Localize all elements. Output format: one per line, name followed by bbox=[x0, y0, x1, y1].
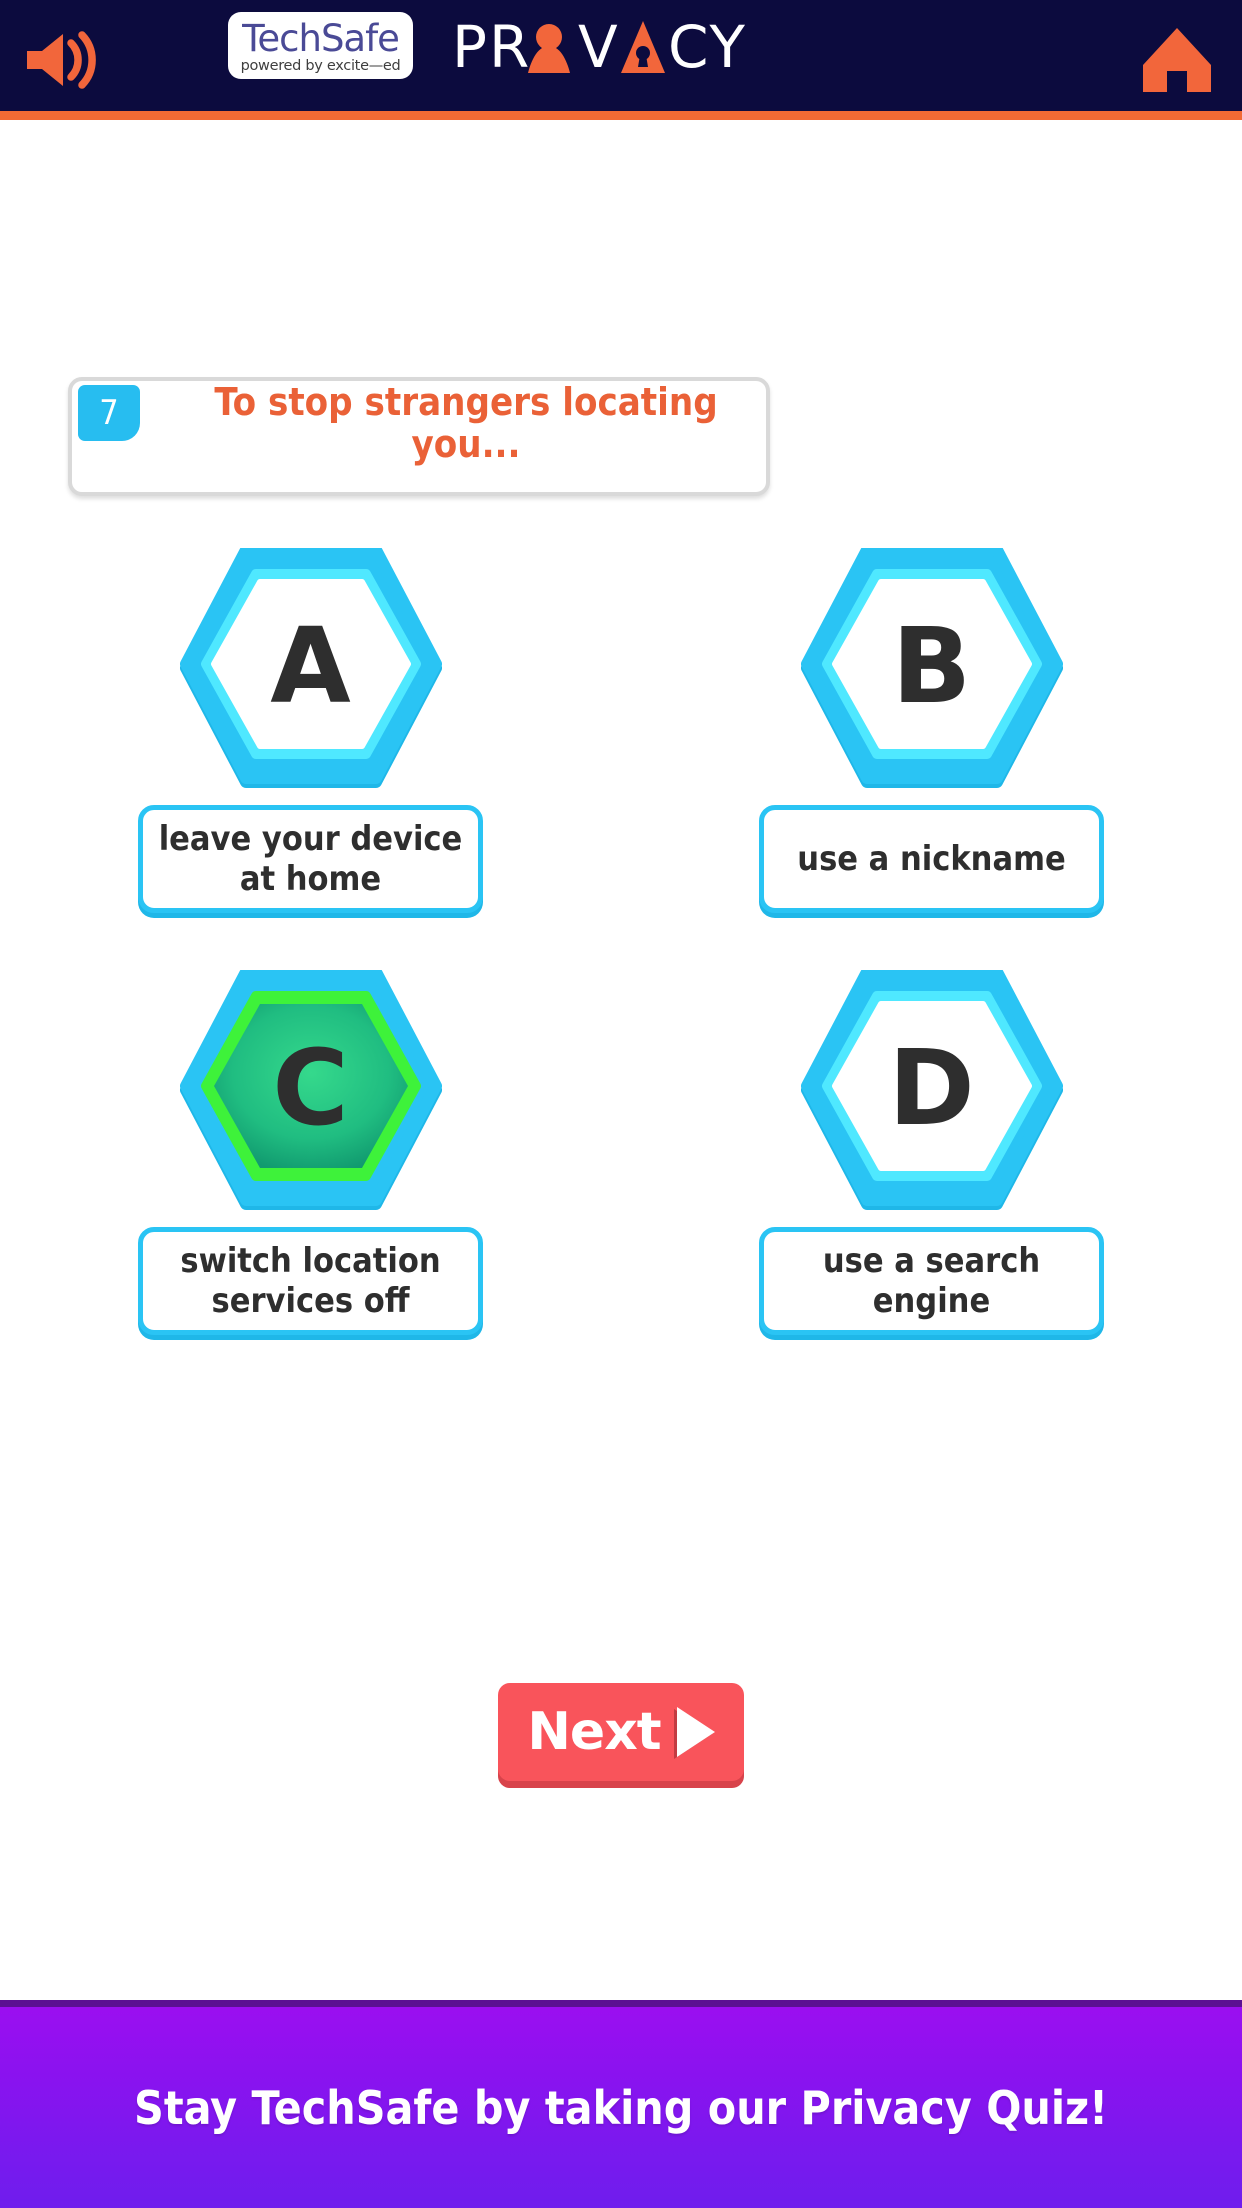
home-icon bbox=[1143, 28, 1211, 92]
keyhole-person-icon bbox=[528, 24, 570, 73]
play-triangle-icon bbox=[676, 1707, 715, 1757]
next-button[interactable]: Next bbox=[498, 1683, 744, 1781]
speaker-volume-icon bbox=[27, 31, 96, 89]
next-button-label: Next bbox=[527, 1702, 661, 1762]
techsafe-logo: TechSafe powered by excite—ed bbox=[228, 12, 413, 79]
promo-footer: Stay TechSafe by taking our Privacy Quiz… bbox=[0, 2000, 1242, 2208]
page-title: PR V CY bbox=[452, 13, 772, 79]
keyhole-triangle-icon bbox=[621, 21, 665, 73]
hexagon-c-selected[interactable]: C bbox=[128, 935, 493, 1245]
hexagon-letter: A bbox=[270, 605, 351, 727]
question-card: 7 To stop strangers locating you... bbox=[68, 377, 770, 496]
question-number-badge: 7 bbox=[78, 385, 140, 441]
hexagon-letter: C bbox=[272, 1027, 349, 1149]
answer-options-grid: A leave your device at home B use a nick… bbox=[0, 513, 1242, 1335]
svg-text:CY: CY bbox=[668, 15, 747, 77]
speaker-volume-button[interactable] bbox=[16, 22, 108, 98]
hexagon-d[interactable]: D bbox=[749, 935, 1114, 1245]
answer-option-d[interactable]: D use a search engine bbox=[621, 935, 1242, 1335]
hexagon-letter: B bbox=[891, 605, 972, 727]
logo-sub-text: powered by excite—ed bbox=[240, 57, 401, 74]
home-button[interactable] bbox=[1134, 20, 1220, 100]
app-header: TechSafe powered by excite—ed PR V CY bbox=[0, 0, 1242, 120]
answer-row-1: A leave your device at home B use a nick… bbox=[0, 513, 1242, 913]
quiz-screen: TechSafe powered by excite—ed PR V CY 7 … bbox=[0, 0, 1242, 2208]
question-text: To stop strangers locating you... bbox=[214, 379, 718, 466]
svg-text:PR: PR bbox=[452, 15, 531, 77]
answer-row-2: C switch location services off D use a s… bbox=[0, 935, 1242, 1335]
hexagon-a[interactable]: A bbox=[128, 513, 493, 823]
promo-footer-text: Stay TechSafe by taking our Privacy Quiz… bbox=[134, 2080, 1108, 2135]
privacy-wordmark: PR V CY bbox=[452, 15, 747, 77]
next-button-row: Next bbox=[0, 1683, 1242, 1781]
answer-option-b[interactable]: B use a nickname bbox=[621, 513, 1242, 913]
logo-main-text: TechSafe bbox=[242, 16, 400, 60]
svg-text:V: V bbox=[578, 15, 620, 77]
answer-option-c[interactable]: C switch location services off bbox=[0, 935, 621, 1335]
header-accent-bar bbox=[0, 111, 1242, 120]
hexagon-letter: D bbox=[888, 1027, 975, 1149]
quiz-main: 7 To stop strangers locating you... A le… bbox=[0, 120, 1242, 2000]
answer-option-a[interactable]: A leave your device at home bbox=[0, 513, 621, 913]
hexagon-b[interactable]: B bbox=[749, 513, 1114, 823]
